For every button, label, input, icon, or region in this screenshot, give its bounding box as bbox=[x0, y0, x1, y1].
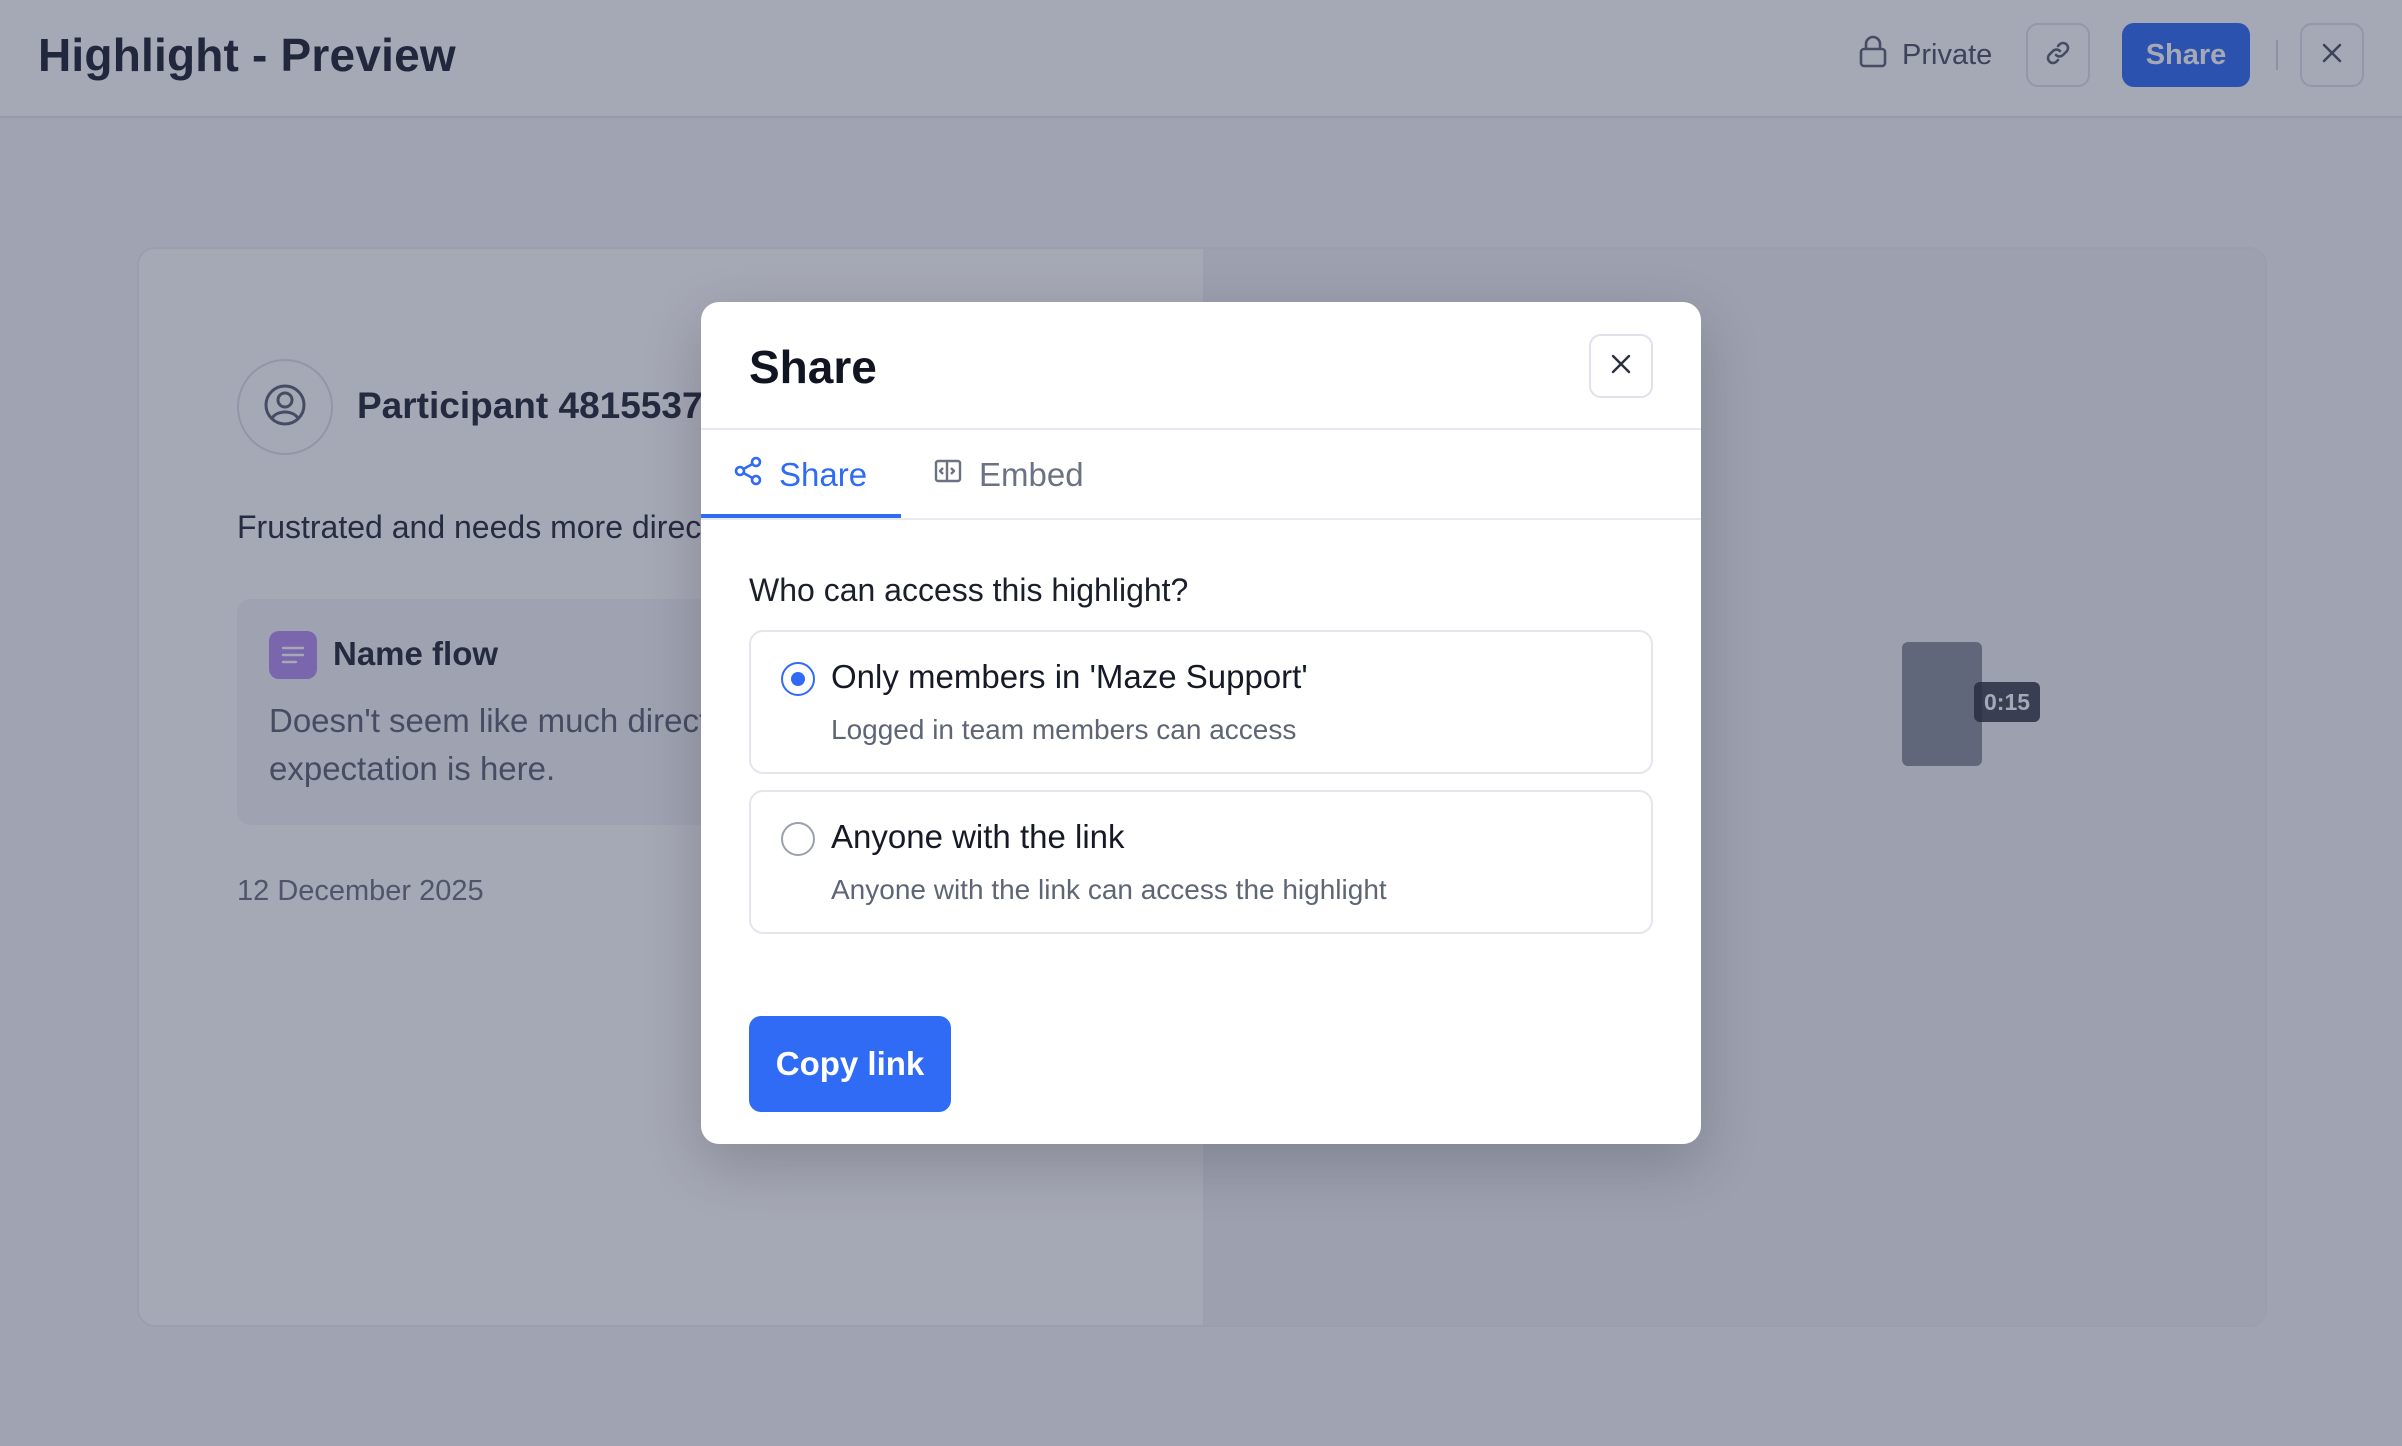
tab-embed[interactable]: Embed bbox=[933, 430, 1084, 520]
radio-members[interactable] bbox=[781, 662, 815, 696]
share-tabs: Share Embed bbox=[701, 430, 1701, 520]
option-members-description: Logged in team members can access bbox=[831, 714, 1297, 745]
access-question: Who can access this highlight? bbox=[749, 572, 1189, 608]
active-tab-indicator bbox=[701, 514, 901, 518]
tab-share[interactable]: Share bbox=[733, 430, 867, 520]
radio-anyone[interactable] bbox=[781, 822, 815, 856]
access-option-members[interactable]: Only members in 'Maze Support' Logged in… bbox=[749, 630, 1653, 774]
modal-title: Share bbox=[749, 341, 877, 393]
share-nodes-icon bbox=[733, 456, 763, 494]
access-option-anyone[interactable]: Anyone with the link Anyone with the lin… bbox=[749, 790, 1653, 934]
option-members-label: Only members in 'Maze Support' bbox=[831, 658, 1308, 695]
tab-embed-label: Embed bbox=[979, 456, 1084, 493]
tab-share-label: Share bbox=[779, 456, 868, 493]
close-icon bbox=[1610, 353, 1632, 380]
share-modal: Share Share Embed Who can access this hi… bbox=[701, 302, 1701, 1144]
option-anyone-label: Anyone with the link bbox=[831, 818, 1125, 855]
copy-link-primary-button[interactable]: Copy link bbox=[749, 1016, 951, 1112]
embed-icon bbox=[933, 456, 963, 494]
modal-close-button[interactable] bbox=[1589, 334, 1653, 398]
option-anyone-description: Anyone with the link can access the high… bbox=[831, 874, 1387, 905]
